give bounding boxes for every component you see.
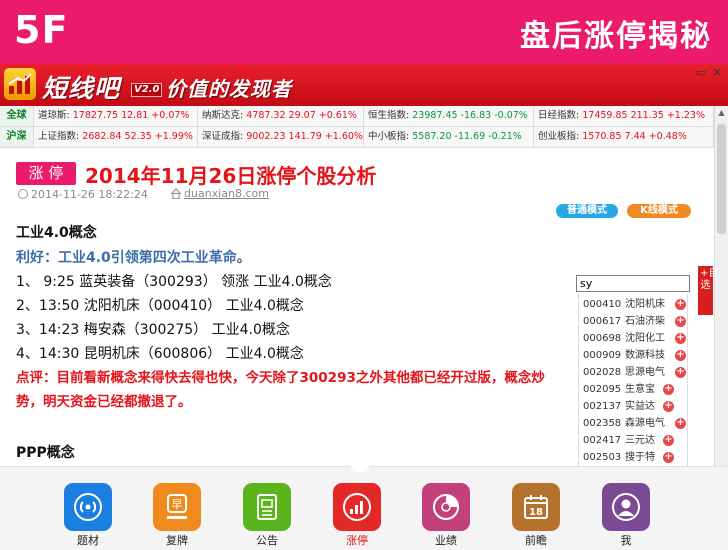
dock-item-limit-up[interactable]: 涨停 (332, 483, 382, 548)
add-plus-icon[interactable]: + (663, 435, 674, 446)
close-button[interactable]: ✕ (710, 66, 724, 80)
section-title: PPP概念 (16, 445, 75, 461)
home-icon (170, 188, 182, 199)
add-plus-icon[interactable]: + (675, 333, 686, 344)
article-time: 2014-11-26 18:22:24 (18, 188, 148, 201)
ticker-label: 沪深 (0, 127, 34, 147)
comment-line: 点评：目前看新概念来得快去得也快，今天除了300293之外其他都已经开过版，概念… (16, 370, 545, 386)
search-result-item[interactable]: 000617 石油济柴 + (579, 313, 687, 330)
dock-item-resumption[interactable]: 早 复牌 (152, 483, 202, 548)
search-result-item[interactable]: 000909 数源科技 + (579, 347, 687, 364)
bar-chart-icon (343, 493, 371, 521)
search-result-item[interactable]: 002417 三元达 + (579, 432, 687, 449)
calendar-icon: 18 (524, 495, 548, 519)
ticker-item[interactable]: 纳斯达克: 4787.32 29.07 +0.61% (198, 106, 364, 126)
clock-icon (18, 189, 28, 199)
source-link[interactable]: duanxian8.com (184, 187, 269, 200)
active-tab-indicator (350, 466, 370, 474)
add-plus-icon[interactable]: + (675, 367, 686, 378)
search-result-item[interactable]: 002137 实益达 + (579, 398, 687, 415)
benefit-text: 利好：工业4.0引领第四次工业革命。 (16, 250, 251, 266)
search-result-item[interactable]: 000410 沈阳机床 + (579, 296, 687, 313)
app-header: 5F 盘后涨停揭秘 (0, 0, 728, 64)
add-plus-icon[interactable]: + (675, 299, 686, 310)
ticker-item[interactable]: 道琼斯: 17827.75 12.81 +0.07% (34, 106, 198, 126)
list-item: 4、14:30 昆明机床（600806） 工业4.0概念 (16, 346, 304, 362)
list-item: 2、13:50 沈阳机床（000410） 工业4.0概念 (16, 298, 304, 314)
brand-banner: 短线吧 V2.0 价值的发现者 ▭ ✕ (0, 64, 728, 106)
ticker-item[interactable]: 恒生指数: 23987.45 -16.83 -0.07% (364, 106, 534, 126)
search-result-item[interactable]: 002028 思源电气 + (579, 364, 687, 381)
search-results-list: 000410 沈阳机床 + 000617 石油济柴 + 000698 沈阳化工 + 0009… (578, 294, 688, 468)
calendar-day: 18 (529, 507, 543, 518)
add-plus-icon[interactable]: + (663, 384, 674, 395)
vertical-scrollbar[interactable]: ▲ (714, 106, 728, 468)
dock-icon-bg: 18 (512, 483, 560, 531)
list-item: 1、 9:25 蓝英装备（300293） 领涨 工业4.0概念 (16, 274, 332, 290)
article-source: duanxian8.com (170, 187, 269, 200)
list-item: 3、14:23 梅安森（300275） 工业4.0概念 (16, 322, 290, 338)
limit-up-badge: 涨 停 (16, 162, 76, 185)
article-title: 2014年11月26日涨停个股分析 (85, 164, 377, 188)
search-result-item[interactable]: 002095 生意宝 + (579, 381, 687, 398)
section-title: 工业4.0概念 (16, 225, 97, 241)
add-plus-icon[interactable]: + (675, 316, 686, 327)
add-plus-icon[interactable]: + (663, 401, 674, 412)
bottom-dock: 题材 早 复牌 公告 涨停 业绩 18 前瞻 我 (0, 466, 728, 550)
svg-text:早: 早 (172, 498, 183, 511)
dock-icon-bg (602, 483, 650, 531)
ticker-item[interactable]: 创业板指: 1570.85 7.44 +0.48% (534, 127, 714, 147)
dock-item-me[interactable]: 我 (601, 483, 651, 548)
dock-item-outlook[interactable]: 18 前瞻 (511, 483, 561, 548)
ticker-item[interactable]: 上证指数: 2682.84 52.35 +1.99% (34, 127, 198, 147)
ticker-row-global: 全球 道琼斯: 17827.75 12.81 +0.07% 纳斯达克: 4787… (0, 106, 714, 127)
stamp-icon: 早 (167, 494, 187, 519)
broadcast-icon (74, 493, 102, 521)
page-title: 盘后涨停揭秘 (520, 19, 712, 54)
dock-item-earnings[interactable]: 业绩 (421, 483, 471, 548)
scroll-up-arrow-icon[interactable]: ▲ (715, 106, 728, 120)
search-result-item[interactable]: 000698 沈阳化工 + (579, 330, 687, 347)
ticker-label: 全球 (0, 106, 34, 126)
normal-mode-button[interactable]: 普通模式 (556, 204, 618, 218)
comment-line: 势，明天资金已经都撤退了。 (16, 394, 192, 410)
ticker-row-domestic: 沪深 上证指数: 2682.84 52.35 +1.99% 深证成指: 9002… (0, 127, 714, 148)
add-watchlist-button[interactable]: +自选 (698, 266, 718, 315)
version-badge: V2.0 (131, 83, 163, 97)
add-plus-icon[interactable]: + (663, 452, 674, 463)
kline-mode-button[interactable]: K线模式 (627, 204, 691, 218)
notice-icon (257, 494, 277, 520)
dock-icon-bg (243, 483, 291, 531)
search-result-item[interactable]: 002358 森源电气 + (579, 415, 687, 432)
brand-chart-icon (4, 68, 36, 100)
dock-icon-bg (333, 483, 381, 531)
dock-icon-bg: 早 (153, 483, 201, 531)
ticker-item[interactable]: 日经指数: 17459.85 211.35 +1.23% (534, 106, 714, 126)
brand-slogan: 价值的发现者 (166, 77, 292, 101)
add-plus-icon[interactable]: + (675, 418, 686, 429)
dock-icon-bg (64, 483, 112, 531)
scroll-thumb[interactable] (717, 124, 726, 234)
minimize-button[interactable]: ▭ (694, 66, 708, 80)
ticker-item[interactable]: 深证成指: 9002.23 141.79 +1.60% (198, 127, 364, 147)
dock-item-notices[interactable]: 公告 (242, 483, 292, 548)
user-icon (612, 493, 640, 521)
search-result-item[interactable]: 002503 搜于特 + (579, 449, 687, 466)
add-plus-icon[interactable]: + (675, 350, 686, 361)
dock-icon-bg (422, 483, 470, 531)
brand-name: 短线吧 (42, 74, 121, 103)
ticker-item[interactable]: 中小板指: 5587.20 -11.69 -0.21% (364, 127, 534, 147)
app-logo: 5F (14, 8, 69, 52)
pie-chart-icon (433, 494, 459, 520)
dock-item-topics[interactable]: 题材 (63, 483, 113, 548)
stock-search-input[interactable] (576, 275, 690, 292)
market-ticker: 全球 道琼斯: 17827.75 12.81 +0.07% 纳斯达克: 4787… (0, 106, 714, 148)
